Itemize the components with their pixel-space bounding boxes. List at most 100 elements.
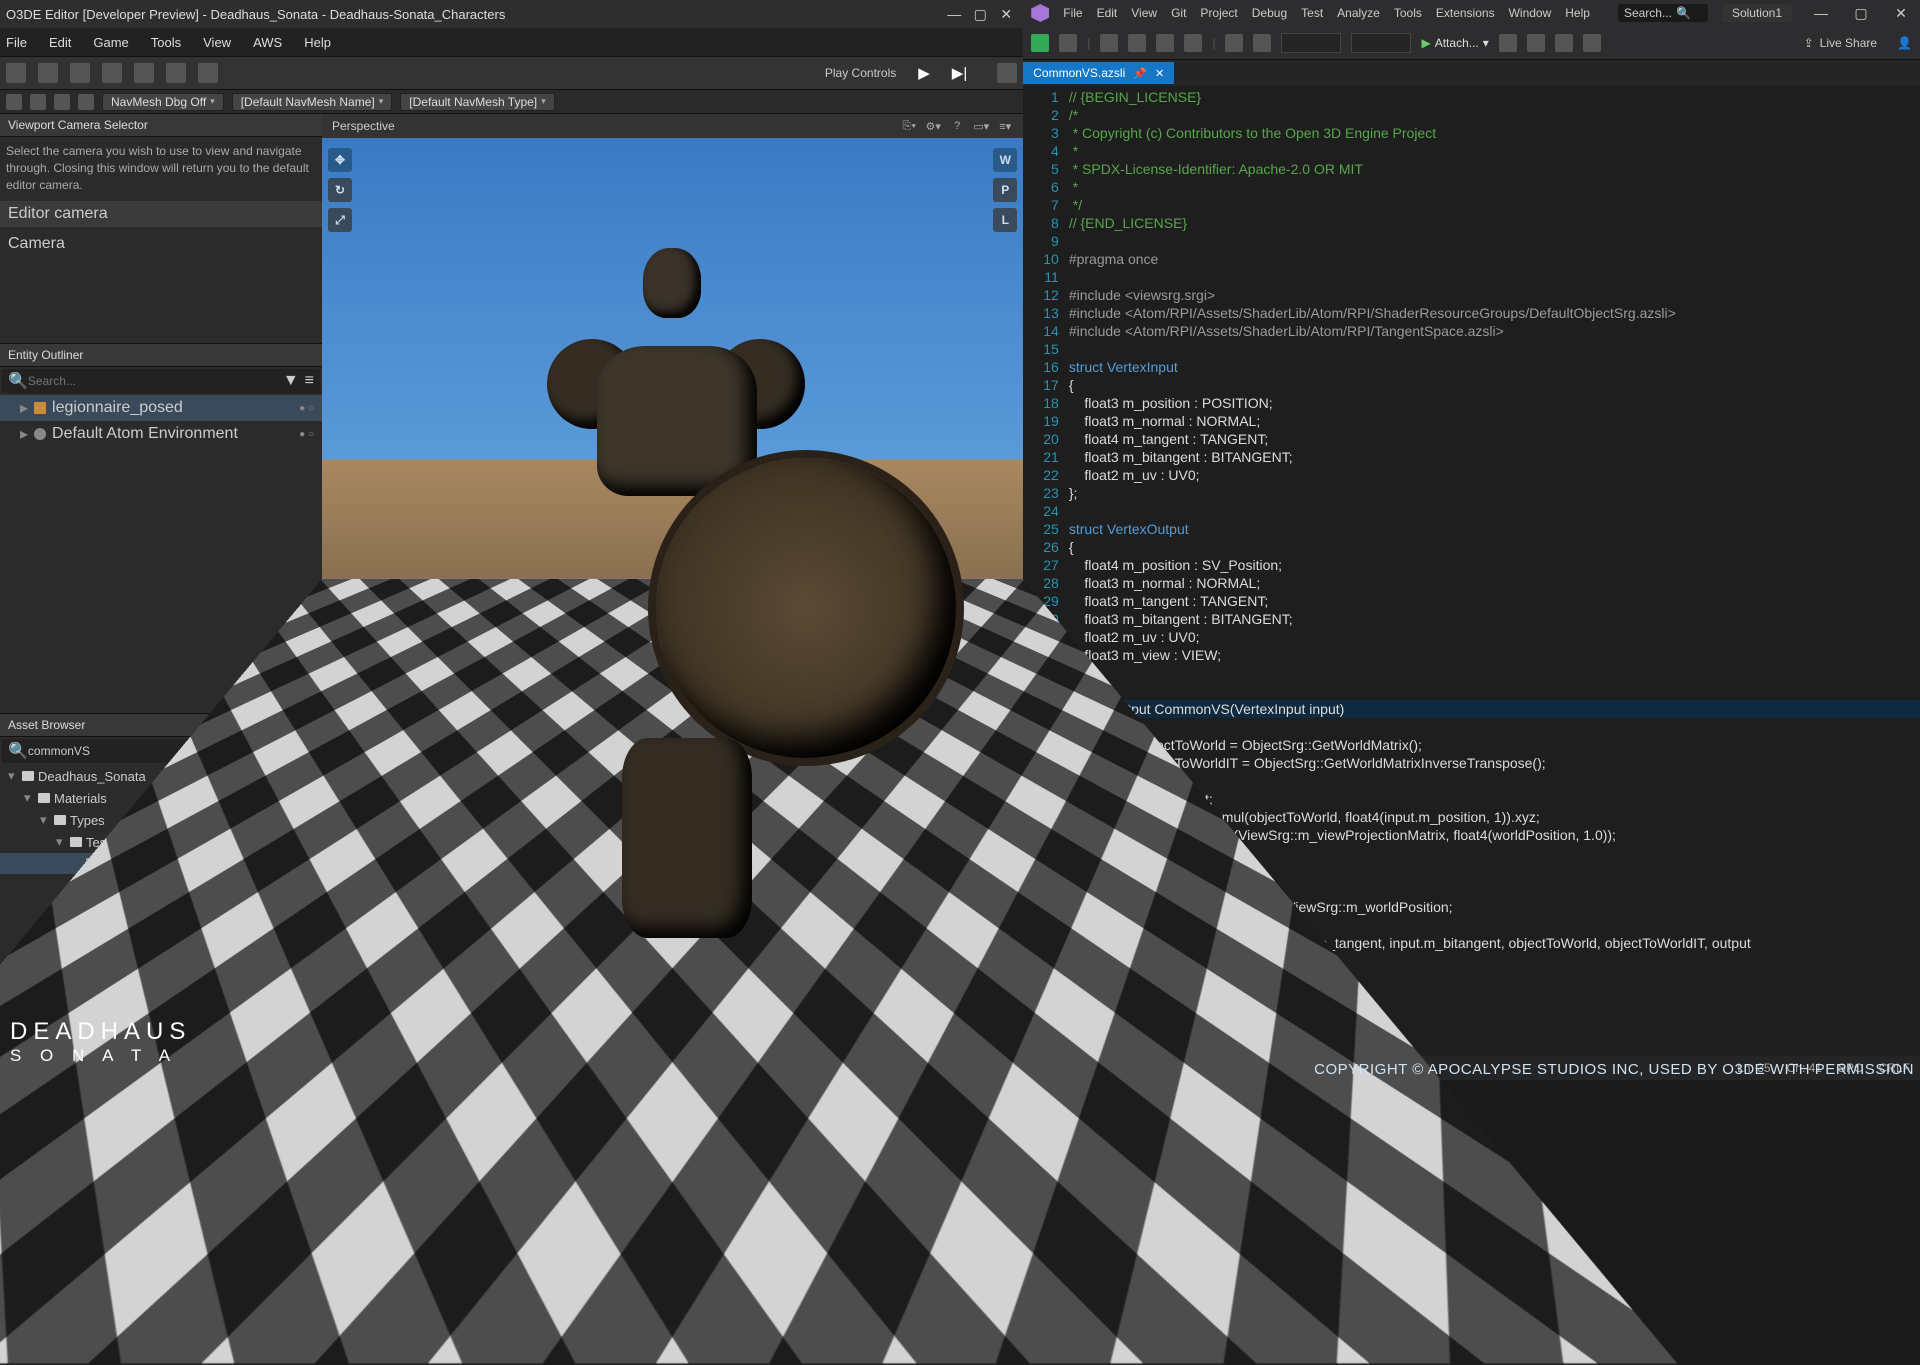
scale-icon[interactable] <box>166 63 186 83</box>
vs-menu-file[interactable]: File <box>1063 6 1082 20</box>
maximize-icon[interactable]: ▢ <box>969 3 991 25</box>
camera-icon[interactable]: ⎘▾ <box>901 118 917 134</box>
menu-game[interactable]: Game <box>93 35 128 50</box>
folder-icon <box>22 771 34 781</box>
character-figure <box>463 248 883 948</box>
o3de-title: O3DE Editor [Developer Preview] - Deadha… <box>6 7 505 22</box>
close-icon[interactable]: ✕ <box>995 3 1017 25</box>
menu-tools[interactable]: Tools <box>151 35 181 50</box>
close-icon[interactable]: ✕ <box>1890 2 1912 24</box>
live-share-button[interactable]: ⇪Live Share👤 <box>1804 36 1912 50</box>
vp-scale-icon[interactable]: ⤢ <box>328 208 352 232</box>
outliner-search-input[interactable] <box>28 374 279 388</box>
attach-button[interactable]: Attach...▾ <box>1421 36 1488 50</box>
burger-icon[interactable]: ≡▾ <box>997 118 1013 134</box>
nav-icon-4[interactable] <box>78 94 94 110</box>
nav-icon-2[interactable] <box>30 94 46 110</box>
search-icon: 🔍 <box>8 741 28 761</box>
vs-menu-extensions[interactable]: Extensions <box>1436 6 1495 20</box>
vs-tab-label: CommonVS.azsli <box>1033 66 1125 80</box>
save-icon[interactable] <box>38 63 58 83</box>
vs-menu-analyze[interactable]: Analyze <box>1337 6 1380 20</box>
vs-menu-test[interactable]: Test <box>1301 6 1323 20</box>
tb-icon[interactable] <box>1583 34 1601 52</box>
vs-menu-help[interactable]: Help <box>1565 6 1590 20</box>
vs-tab-active[interactable]: CommonVS.azsli 📌 ✕ <box>1023 62 1174 84</box>
vs-menu-git[interactable]: Git <box>1171 6 1186 20</box>
vp-p-button[interactable]: P <box>993 178 1017 202</box>
outliner-item[interactable]: ▸legionnaire_posed● ○ <box>0 395 322 421</box>
move-icon[interactable] <box>102 63 122 83</box>
play-controls-label: Play Controls <box>825 66 896 80</box>
menu-help[interactable]: Help <box>304 35 331 50</box>
pin-icon[interactable]: 📌 <box>1133 67 1147 80</box>
config-combo[interactable] <box>1281 33 1341 53</box>
platform-combo[interactable] <box>1351 33 1411 53</box>
vs-menu-view[interactable]: View <box>1131 6 1157 20</box>
select-icon[interactable] <box>70 63 90 83</box>
redo-icon[interactable] <box>1253 34 1271 52</box>
navmesh-dbg-combo[interactable]: NavMesh Dbg Off <box>102 93 224 111</box>
brand-watermark: DEADHAUS S O N A T A <box>10 1018 191 1066</box>
vs-solution-combo[interactable]: Solution1 <box>1722 4 1792 22</box>
tb-icon[interactable] <box>1527 34 1545 52</box>
nav-icon-3[interactable] <box>54 94 70 110</box>
undo-icon[interactable] <box>1225 34 1243 52</box>
new-icon[interactable] <box>1100 34 1118 52</box>
tb-icon[interactable] <box>1499 34 1517 52</box>
save-all-icon[interactable] <box>1184 34 1202 52</box>
vp-l-button[interactable]: L <box>993 208 1017 232</box>
gear-icon[interactable]: ⚙▾ <box>925 118 941 134</box>
menu-view[interactable]: View <box>203 35 231 50</box>
undo-icon[interactable] <box>6 63 26 83</box>
camera-item[interactable]: Camera <box>0 231 322 257</box>
tb-icon[interactable] <box>1555 34 1573 52</box>
back-icon[interactable] <box>1031 34 1049 52</box>
open-icon[interactable] <box>1128 34 1146 52</box>
close-tab-icon[interactable]: ✕ <box>1155 67 1164 80</box>
globe-icon[interactable] <box>198 63 218 83</box>
folder-icon <box>54 815 66 825</box>
search-icon: 🔍 <box>1676 6 1691 20</box>
minimize-icon[interactable]: — <box>1810 2 1832 24</box>
vp-w-button[interactable]: W <box>993 148 1017 172</box>
viewport-canvas[interactable]: ✥ ↻ ⤢ W P L <box>322 138 1023 1056</box>
vs-search[interactable]: Search...🔍 <box>1618 4 1708 22</box>
camera-item[interactable]: Editor camera <box>0 201 322 227</box>
filter-icon[interactable]: ▼ <box>283 372 299 390</box>
viewport-perspective-label[interactable]: Perspective <box>332 119 395 133</box>
o3de-navbar: NavMesh Dbg Off [Default NavMesh Name] [… <box>0 90 1023 114</box>
minimize-icon[interactable]: — <box>943 3 965 25</box>
maximize-icon[interactable]: ▢ <box>1850 2 1872 24</box>
vs-menu-debug[interactable]: Debug <box>1252 6 1287 20</box>
rotate-icon[interactable] <box>134 63 154 83</box>
nav-icon-1[interactable] <box>6 94 22 110</box>
search-icon: 🔍 <box>8 371 28 391</box>
play-icon[interactable]: ▶ <box>918 64 930 82</box>
menu-icon[interactable]: ≡ <box>305 372 314 390</box>
vs-menu-project[interactable]: Project <box>1200 6 1237 20</box>
aspect-icon[interactable]: ▭▾ <box>973 118 989 134</box>
step-icon[interactable]: ▶| <box>952 64 967 82</box>
vs-menu-tools[interactable]: Tools <box>1394 6 1422 20</box>
help-icon[interactable]: ? <box>949 118 965 134</box>
folder-icon <box>70 837 82 847</box>
save-icon[interactable] <box>1156 34 1174 52</box>
menu-file[interactable]: File <box>6 35 27 50</box>
menu-edit[interactable]: Edit <box>49 35 71 50</box>
vs-menu-edit[interactable]: Edit <box>1097 6 1118 20</box>
vp-rotate-icon[interactable]: ↻ <box>328 178 352 202</box>
outliner-search[interactable]: 🔍 ▼ ≡ <box>2 369 320 393</box>
cube-icon <box>34 402 46 414</box>
viewport-tab-bar: Perspective ⎘▾ ⚙▾ ? ▭▾ ≡▾ <box>322 114 1023 138</box>
entity-outliner-title[interactable]: Entity Outliner <box>0 344 322 367</box>
vp-move-icon[interactable]: ✥ <box>328 148 352 172</box>
menu-aws[interactable]: AWS <box>253 35 282 50</box>
outliner-item[interactable]: ▸Default Atom Environment● ○ <box>0 421 322 447</box>
vs-menu-window[interactable]: Window <box>1509 6 1552 20</box>
fwd-icon[interactable] <box>1059 34 1077 52</box>
navmesh-name-combo[interactable]: [Default NavMesh Name] <box>232 93 393 111</box>
cart-icon[interactable] <box>997 63 1017 83</box>
camera-selector-title[interactable]: Viewport Camera Selector <box>0 114 322 137</box>
navmesh-type-combo[interactable]: [Default NavMesh Type] <box>400 93 554 111</box>
